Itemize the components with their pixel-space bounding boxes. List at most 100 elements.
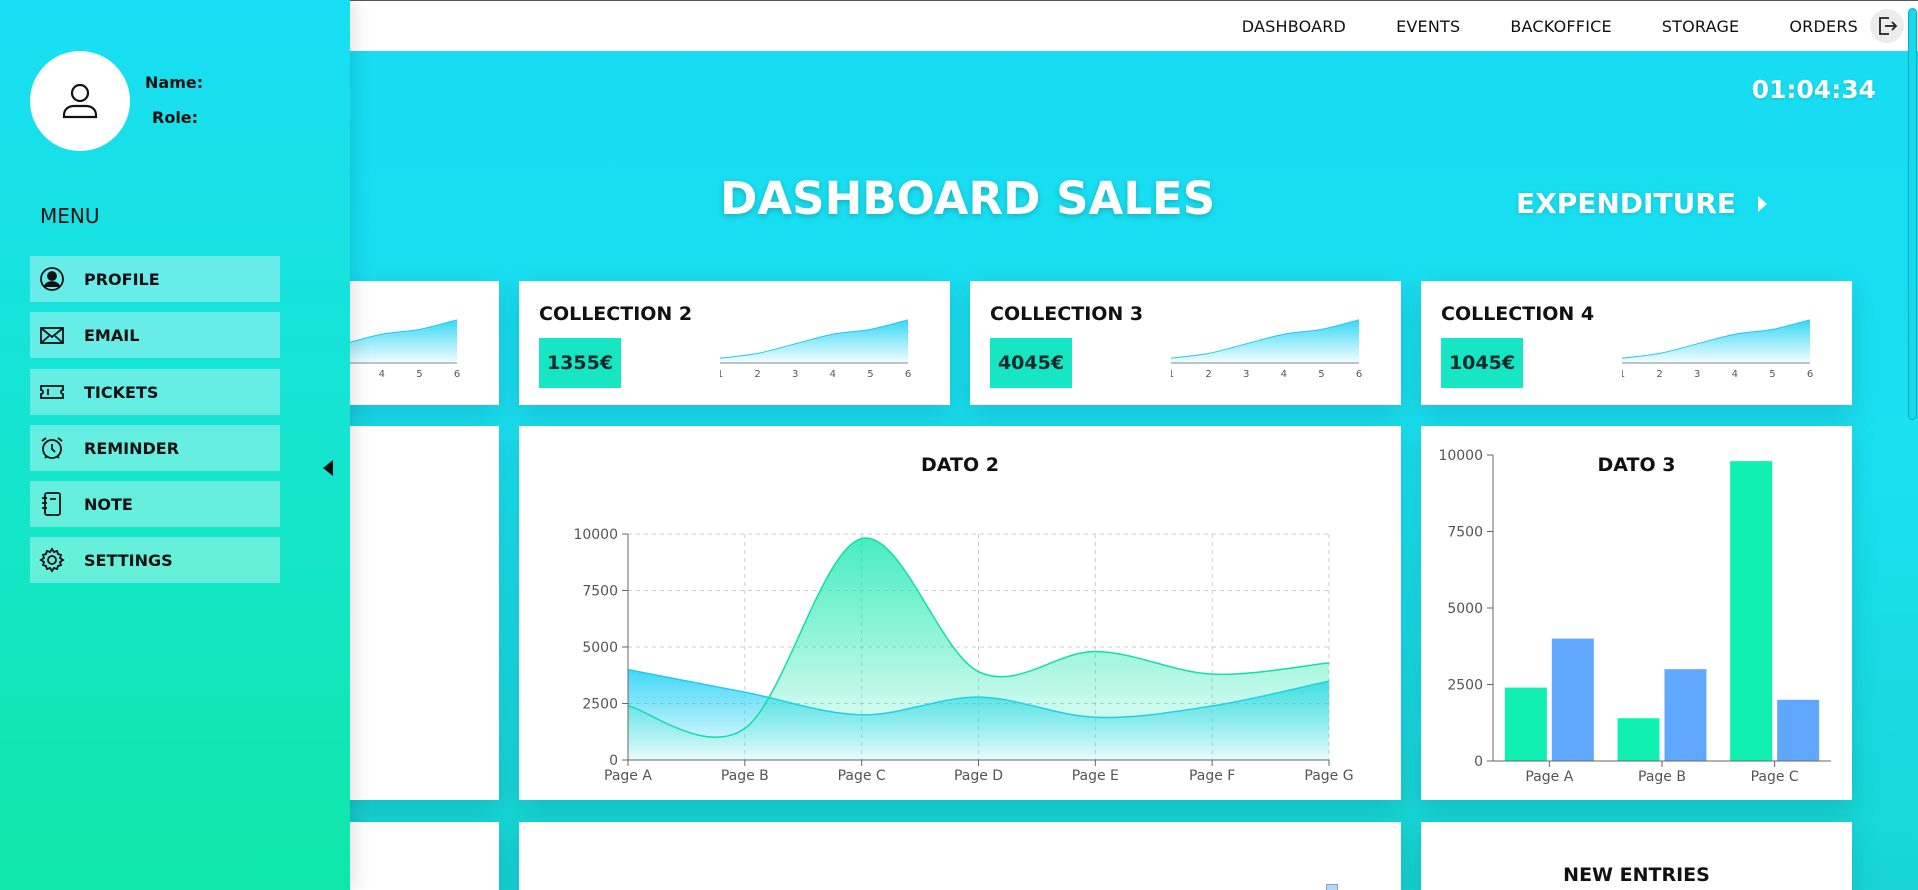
y-tick-label: 0 bbox=[1474, 754, 1483, 770]
sparkline-area bbox=[1171, 319, 1359, 363]
x-tick-label: Page G bbox=[1304, 768, 1353, 784]
bottom-card-2 bbox=[519, 822, 1401, 890]
tick-label: 6 bbox=[905, 369, 911, 380]
bar bbox=[1664, 669, 1707, 761]
tick-label: 1 bbox=[1622, 369, 1625, 380]
sparkline-chart-4: 1 2 3 4 5 6 bbox=[1622, 319, 1813, 380]
next-page-link[interactable]: EXPENDITURE bbox=[1516, 187, 1767, 220]
gear-icon bbox=[38, 546, 66, 574]
tick-label: 5 bbox=[1769, 369, 1775, 380]
user-circle-icon bbox=[38, 265, 66, 293]
tick-label: 5 bbox=[1318, 369, 1324, 380]
tick-label: 2 bbox=[1205, 369, 1211, 380]
y-tick-label: 7500 bbox=[582, 584, 618, 600]
x-tick-label: Page C bbox=[1751, 769, 1799, 785]
menu-item-label: REMINDER bbox=[84, 438, 180, 458]
scrollbar-thumb[interactable] bbox=[1908, 8, 1917, 420]
nav-dashboard[interactable]: DASHBOARD bbox=[1242, 17, 1346, 36]
nav-links: DASHBOARD EVENTS BACKOFFICE STORAGE ORDE… bbox=[1192, 1, 1858, 52]
nav-events[interactable]: EVENTS bbox=[1396, 17, 1460, 36]
page-title: DASHBOARD SALES bbox=[720, 172, 1216, 225]
nav-storage[interactable]: STORAGE bbox=[1662, 17, 1740, 36]
user-name-label: Name: bbox=[145, 73, 204, 92]
menu-item-email[interactable]: EMAIL bbox=[30, 312, 280, 358]
user-role-label: Role: bbox=[152, 108, 199, 127]
collection-value-badge: 1355€ bbox=[539, 338, 621, 388]
x-tick-label: Page A bbox=[604, 768, 652, 784]
dato-2-area-chart: 0 2500 5000 7500 10000 Page A Page B Page C Page… bbox=[573, 527, 1353, 784]
tick-label: 4 bbox=[1732, 369, 1738, 380]
tick-label: 6 bbox=[1356, 369, 1362, 380]
y-tick-label: 10000 bbox=[573, 527, 618, 543]
tick-label: 3 bbox=[1243, 369, 1249, 380]
y-tick-label: 5000 bbox=[582, 640, 618, 656]
tick-label: 2 bbox=[754, 369, 760, 380]
bar bbox=[1551, 638, 1594, 761]
next-page-label: EXPENDITURE bbox=[1516, 187, 1736, 220]
tick-label: 6 bbox=[454, 369, 460, 380]
x-tick-label: Page C bbox=[838, 768, 886, 784]
sparkline-chart-3: 1 2 3 4 5 6 bbox=[1171, 319, 1362, 380]
nav-backoffice[interactable]: BACKOFFICE bbox=[1510, 17, 1611, 36]
dato-2-card: DATO 2 0 2500 5000 7500 10000 Page A Page B Pag… bbox=[519, 426, 1401, 800]
y-tick-label: 2500 bbox=[582, 697, 618, 713]
menu-item-reminder[interactable]: REMINDER bbox=[30, 425, 280, 471]
nav-orders[interactable]: ORDERS bbox=[1789, 17, 1858, 36]
logout-button[interactable] bbox=[1870, 9, 1904, 43]
avatar[interactable] bbox=[30, 51, 130, 151]
alarm-clock-icon bbox=[38, 434, 66, 462]
y-tick-label: 0 bbox=[609, 753, 618, 769]
new-entries-title: NEW ENTRIES bbox=[1563, 864, 1710, 886]
y-tick-label: 2500 bbox=[1447, 678, 1483, 694]
tick-label: 4 bbox=[379, 369, 385, 380]
collection-title: COLLECTION 4 bbox=[1441, 303, 1595, 325]
menu-item-label: TICKETS bbox=[84, 382, 159, 402]
collection-card-3: COLLECTION 3 4045€ 1 2 3 4 5 6 bbox=[970, 281, 1401, 405]
menu-item-tickets[interactable]: TICKETS bbox=[30, 369, 280, 415]
bar bbox=[1777, 699, 1820, 761]
x-tick-label: Page B bbox=[1638, 769, 1686, 785]
collection-title: COLLECTION 2 bbox=[539, 303, 693, 325]
menu-item-settings[interactable]: SETTINGS bbox=[30, 537, 280, 583]
menu-heading: MENU bbox=[40, 204, 100, 228]
chevron-right-icon bbox=[1757, 195, 1767, 212]
collection-card-2: COLLECTION 2 1355€ 1 2 3 4 5 6 bbox=[519, 281, 950, 405]
collection-value-badge: 4045€ bbox=[990, 338, 1072, 388]
sparkline-chart-2: 1 2 3 4 5 6 bbox=[720, 319, 911, 380]
y-tick-label: 5000 bbox=[1447, 601, 1483, 617]
collection-value-badge: 1045€ bbox=[1441, 338, 1523, 388]
dato-3-bar-chart: 0 2500 5000 7500 10000 Page A Page B Page C bbox=[1438, 448, 1831, 785]
bar bbox=[1730, 461, 1773, 761]
tick-label: 3 bbox=[1694, 369, 1700, 380]
menu-item-label: NOTE bbox=[84, 494, 133, 514]
envelope-icon bbox=[38, 321, 66, 349]
x-tick-label: Page F bbox=[1189, 768, 1235, 784]
collapse-sidebar-icon[interactable] bbox=[323, 460, 333, 476]
tick-label: 4 bbox=[830, 369, 836, 380]
x-tick-label: Page D bbox=[954, 768, 1003, 784]
tick-label: 1 bbox=[720, 369, 723, 380]
x-tick-label: Page B bbox=[721, 768, 769, 784]
tick-label: 5 bbox=[416, 369, 422, 380]
bottom-chart-marker bbox=[1326, 884, 1338, 890]
scrollbar[interactable] bbox=[1906, 0, 1918, 890]
menu-item-label: PROFILE bbox=[84, 269, 160, 289]
menu-item-profile[interactable]: PROFILE bbox=[30, 256, 280, 302]
notebook-icon bbox=[38, 490, 66, 518]
menu-item-label: EMAIL bbox=[84, 325, 140, 345]
dato-3-card: DATO 3 0 2500 5000 7500 10000 Page A Page B Pag… bbox=[1421, 426, 1852, 800]
tick-label: 3 bbox=[792, 369, 798, 380]
tick-label: 5 bbox=[867, 369, 873, 380]
ticket-icon bbox=[38, 378, 66, 406]
collection-title: COLLECTION 3 bbox=[990, 303, 1144, 325]
menu-item-note[interactable]: NOTE bbox=[30, 481, 280, 527]
y-tick-label: 10000 bbox=[1438, 448, 1483, 464]
clock: 01:04:34 bbox=[1751, 75, 1876, 104]
new-entries-card: NEW ENTRIES bbox=[1421, 822, 1852, 890]
menu-item-label: SETTINGS bbox=[84, 550, 173, 570]
tick-label: 6 bbox=[1807, 369, 1813, 380]
logout-icon bbox=[1879, 17, 1898, 35]
tick-label: 2 bbox=[1656, 369, 1662, 380]
user-icon bbox=[62, 83, 98, 119]
collection-card-4: COLLECTION 4 1045€ 1 2 3 4 5 6 bbox=[1421, 281, 1852, 405]
